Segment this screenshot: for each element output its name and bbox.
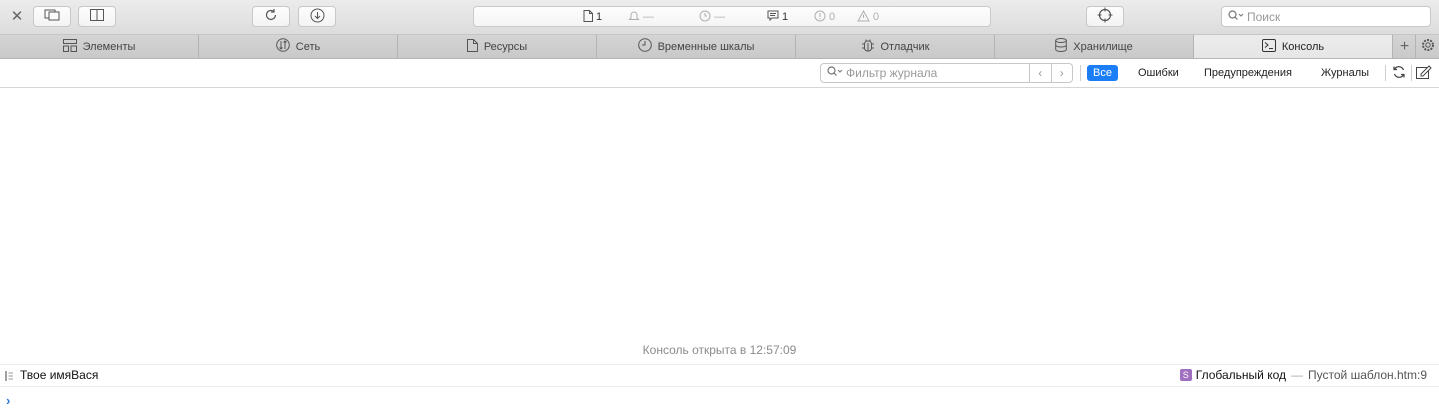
resources-icon: [466, 38, 478, 55]
divider: [0, 364, 1439, 365]
divider: [1080, 65, 1081, 81]
bell-icon: [628, 10, 640, 25]
elements-icon: [62, 38, 77, 55]
tab-network[interactable]: Сеть: [199, 35, 398, 58]
reload-icon: [264, 8, 278, 25]
source-separator: —: [1291, 368, 1304, 382]
plus-icon: +: [1399, 37, 1410, 55]
warning-icon: [857, 9, 870, 25]
reload-button[interactable]: [252, 6, 290, 27]
tab-timelines[interactable]: Временные шкалы: [597, 35, 796, 58]
inspect-button[interactable]: [1086, 6, 1124, 27]
split-view-icon: [90, 9, 104, 24]
console-prompt: ›: [0, 387, 1439, 413]
chevron-left-icon: ‹: [1038, 66, 1043, 80]
tab-elements[interactable]: Элементы: [0, 35, 199, 58]
refresh-icon: [1392, 65, 1406, 82]
level-logs-button[interactable]: Журналы: [1315, 65, 1375, 81]
error-icon: [814, 10, 826, 25]
level-all-button[interactable]: Все: [1087, 65, 1118, 81]
errors-count[interactable]: 0: [814, 10, 835, 24]
console-icon: [1261, 38, 1276, 55]
tab-resources[interactable]: Ресурсы: [398, 35, 597, 58]
log-filter-input[interactable]: [846, 66, 996, 80]
clock-icon: [699, 10, 711, 25]
next-match-button[interactable]: ›: [1052, 64, 1073, 82]
download-icon: [310, 8, 325, 26]
logs-count[interactable]: 1: [767, 10, 788, 24]
settings-button[interactable]: [1417, 35, 1439, 58]
tab-bar: Элементы Сеть Ресурсы Временные шкалы От…: [0, 35, 1439, 59]
console-input[interactable]: [20, 392, 1424, 410]
session-start-message: Консоль открыта в 12:57:09: [642, 343, 797, 357]
activity-viewer: 1 — — 1 0 0: [473, 6, 991, 27]
gear-icon: [1421, 38, 1435, 55]
dock-side-button[interactable]: [78, 6, 116, 27]
filter-navigation: ‹ ›: [1029, 63, 1073, 83]
clear-log-on-reload-button[interactable]: [1391, 65, 1407, 81]
windows-icon: [44, 9, 60, 24]
timeline-icon: [637, 38, 652, 55]
resources-size[interactable]: —: [628, 10, 654, 24]
divider: [1385, 65, 1386, 81]
search-input[interactable]: [1247, 9, 1397, 24]
warnings-count[interactable]: 0: [857, 9, 879, 25]
clear-icon: [1416, 64, 1432, 82]
new-tab-button[interactable]: +: [1394, 35, 1416, 58]
storage-icon: [1055, 38, 1068, 55]
level-warnings-button[interactable]: Предупреждения: [1198, 65, 1298, 81]
previous-match-button[interactable]: ‹: [1030, 64, 1052, 82]
network-icon: [275, 38, 290, 55]
console-filter-bar: ‹ › Все Ошибки Предупреждения Журналы: [0, 59, 1439, 88]
load-time[interactable]: —: [699, 10, 725, 24]
level-errors-button[interactable]: Ошибки: [1132, 65, 1185, 81]
log-filter-field[interactable]: [820, 63, 1030, 83]
message-text: Твое имяВася: [20, 368, 99, 382]
clear-console-button[interactable]: [1416, 64, 1432, 82]
tab-storage[interactable]: Хранилище: [995, 35, 1194, 58]
crosshair-icon: [1097, 7, 1113, 26]
resources-count[interactable]: 1: [583, 9, 602, 25]
search-icon: [1228, 9, 1244, 24]
source-function: Глобальный код: [1195, 368, 1287, 382]
detach-window-button[interactable]: [33, 6, 71, 27]
script-icon: S: [1179, 369, 1192, 381]
tab-debugger[interactable]: Отладчик: [796, 35, 995, 58]
prompt-chevron-icon: ›: [6, 393, 11, 408]
tab-console[interactable]: Консоль: [1194, 35, 1393, 58]
debugger-icon: [861, 38, 875, 55]
search-icon: [827, 66, 843, 80]
document-icon: [583, 9, 593, 25]
log-message-icon: [5, 370, 14, 384]
source-location: Пустой шаблон.htm:9: [1308, 368, 1427, 382]
console-message[interactable]: Твое имяВася S Глобальный код — Пустой ш…: [0, 366, 1439, 386]
chevron-right-icon: ›: [1059, 66, 1064, 80]
download-button[interactable]: [298, 6, 336, 27]
speech-bubble-icon: [767, 10, 779, 25]
divider: [1411, 65, 1412, 81]
message-source-link[interactable]: S Глобальный код — Пустой шаблон.htm:9: [1179, 368, 1427, 382]
toolbar: ✕ 1 — — 1 0 0 Поиск: [0, 0, 1439, 35]
search-field[interactable]: [1221, 6, 1431, 27]
close-icon[interactable]: ✕: [9, 8, 25, 26]
